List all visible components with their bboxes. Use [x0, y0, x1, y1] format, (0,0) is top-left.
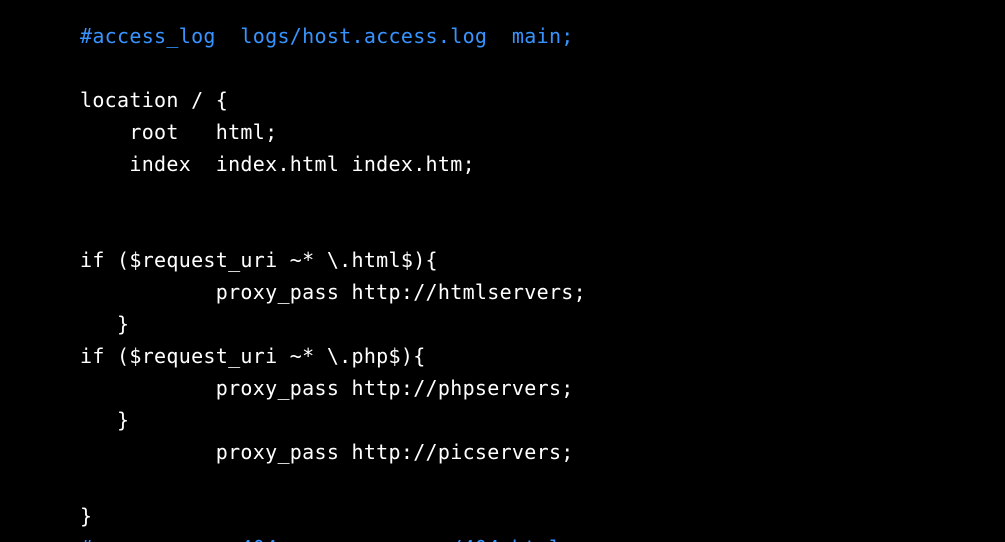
code-line: proxy_pass http://phpservers; — [80, 376, 574, 400]
code-line: location / { — [80, 88, 228, 112]
code-line: index index.html index.htm; — [80, 152, 475, 176]
code-block: #access_log logs/host.access.log main; l… — [0, 0, 1005, 542]
code-line: if ($request_uri ~* \.php$){ — [80, 344, 426, 368]
code-line: } — [80, 504, 92, 528]
code-line: proxy_pass http://htmlservers; — [80, 280, 586, 304]
code-line: } — [80, 408, 129, 432]
code-line: #access_log logs/host.access.log main; — [80, 24, 574, 48]
code-line: root html; — [80, 120, 277, 144]
code-line: #error_page 404 /404.html; — [80, 536, 574, 542]
code-line: if ($request_uri ~* \.html$){ — [80, 248, 438, 272]
code-line: } — [80, 312, 129, 336]
code-line: proxy_pass http://picservers; — [80, 440, 574, 464]
